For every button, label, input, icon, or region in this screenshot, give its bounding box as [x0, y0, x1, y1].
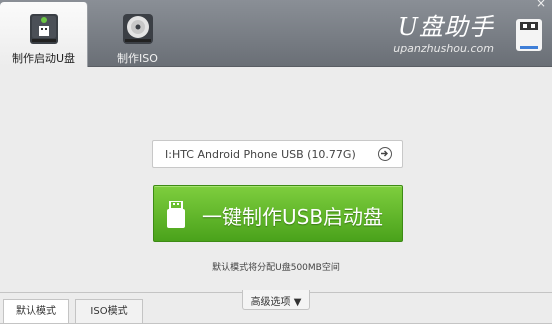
tab-default-mode[interactable]: 默认模式 — [3, 299, 69, 324]
advanced-options-button[interactable]: 高级选项 ▼ — [242, 290, 310, 310]
usb-drive-icon — [27, 12, 61, 50]
usb-stick-icon — [166, 200, 186, 233]
default-mode-hint: 默认模式将分配U盘500MB空间 — [212, 263, 340, 273]
arrow-right-circle-icon[interactable] — [378, 147, 392, 161]
mode-panel — [0, 323, 552, 331]
tab-make-usb[interactable]: 制作启动U盘 — [0, 2, 88, 67]
brand-logo: U盘助手 upanzhushou.com — [393, 14, 494, 55]
tab-make-iso-label: 制作ISO — [117, 52, 158, 65]
make-usb-boot-button[interactable]: 一键制作USB启动盘 — [153, 185, 403, 242]
tab-iso-mode[interactable]: ISO模式 — [75, 299, 143, 324]
drive-select[interactable]: I:HTC Android Phone USB (10.77G) — [152, 140, 403, 168]
make-usb-boot-label: 一键制作USB启动盘 — [202, 205, 384, 229]
close-button[interactable]: × — [536, 0, 546, 10]
drive-select-value: I:HTC Android Phone USB (10.77G) — [165, 148, 356, 161]
usb-logo-icon — [514, 18, 544, 56]
brand-title: U盘助手 — [397, 13, 494, 41]
advanced-options-label: 高级选项 ▼ — [250, 297, 302, 308]
tab-make-iso[interactable]: 制作ISO — [90, 2, 185, 67]
header-bar: 制作启动U盘 制作ISO U盘助手 upanzhushou.com × — [0, 0, 552, 67]
tab-make-usb-label: 制作启动U盘 — [11, 52, 76, 65]
disc-icon — [121, 12, 155, 50]
brand-url: upanzhushou.com — [393, 42, 494, 55]
